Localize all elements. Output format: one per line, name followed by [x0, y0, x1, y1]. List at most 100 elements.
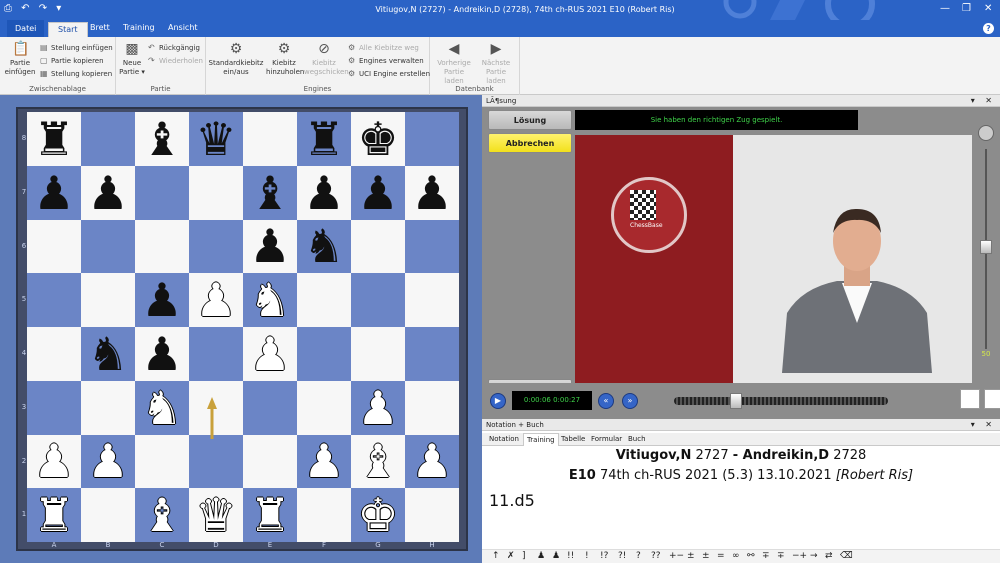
annotation-symbol-button[interactable]: −+	[792, 551, 807, 561]
square-f1[interactable]	[297, 488, 351, 542]
square-c2[interactable]	[135, 434, 189, 489]
annotation-symbol-button[interactable]: ♟	[552, 551, 560, 561]
annotation-symbol-button[interactable]: ?	[636, 551, 641, 561]
white-pawn-icon[interactable]: ♟	[411, 438, 452, 484]
black-pawn-icon[interactable]: ♟	[33, 170, 74, 216]
uci-engine-button[interactable]: ⚙ UCI Engine erstellen	[348, 69, 430, 79]
square-b3[interactable]	[81, 380, 135, 435]
tab-datei[interactable]: Datei	[7, 20, 45, 37]
square-g8[interactable]: ♚	[351, 112, 405, 166]
annotation-symbol-button[interactable]: ⇄	[825, 551, 833, 561]
white-pawn-icon[interactable]: ♟	[87, 438, 128, 484]
black-pawn-icon[interactable]: ♟	[411, 170, 452, 216]
annotation-symbol-button[interactable]: ⚯	[747, 551, 755, 561]
square-c5[interactable]: ♟	[135, 273, 189, 327]
tab-formular[interactable]: Formular	[591, 435, 622, 443]
annotation-symbol-button[interactable]: ∓	[777, 551, 785, 561]
tab-buch[interactable]: Buch	[628, 435, 646, 443]
rewind-icon[interactable]: «	[598, 393, 614, 409]
square-h4[interactable]	[405, 327, 459, 381]
square-g2[interactable]: ♝	[351, 434, 405, 489]
partie-kopieren-button[interactable]: ▢ Partie kopieren	[40, 56, 104, 66]
vorherige-partie-button[interactable]: ◀ Vorherige Partie laden	[434, 41, 474, 86]
square-a1[interactable]: ♜	[27, 488, 81, 542]
square-c4[interactable]: ♟	[135, 327, 189, 381]
black-knight-icon[interactable]: ♞	[303, 223, 344, 269]
white-queen-icon[interactable]: ♛	[195, 492, 236, 538]
white-rook-icon[interactable]: ♜	[249, 492, 290, 538]
loesung-button[interactable]: Lösung	[488, 110, 572, 130]
square-d1[interactable]: ♛	[189, 488, 243, 542]
square-a3[interactable]	[27, 380, 81, 435]
white-pawn-icon[interactable]: ♟	[357, 385, 398, 431]
wiederholen-button[interactable]: ↷ Wiederholen	[148, 56, 203, 66]
square-f2[interactable]: ♟	[297, 434, 351, 489]
black-pawn-icon[interactable]: ♟	[357, 170, 398, 216]
black-pawn-icon[interactable]: ♟	[141, 331, 182, 377]
square-d5[interactable]: ♟	[189, 273, 243, 327]
naechste-partie-button[interactable]: ▶ Nächste Partie laden	[476, 41, 516, 86]
square-d2[interactable]	[189, 434, 243, 489]
tab-ansicht[interactable]: Ansicht	[168, 23, 198, 32]
white-pawn-icon[interactable]: ♟	[33, 438, 74, 484]
square-e3[interactable]	[243, 380, 297, 435]
square-b2[interactable]: ♟	[81, 434, 135, 489]
square-d4[interactable]	[189, 327, 243, 381]
black-bishop-icon[interactable]: ♝	[249, 170, 290, 216]
rueckgaengig-button[interactable]: ↶ Rückgängig	[148, 43, 200, 53]
square-f4[interactable]	[297, 327, 351, 381]
square-e6[interactable]: ♟	[243, 219, 297, 274]
square-f7[interactable]: ♟	[297, 165, 351, 220]
annotation-symbol-button[interactable]: !	[585, 551, 589, 561]
square-b6[interactable]	[81, 219, 135, 274]
partie-einfuegen-button[interactable]: 📋 Partie einfügen	[4, 41, 36, 77]
square-d6[interactable]	[189, 219, 243, 274]
square-h3[interactable]	[405, 380, 459, 435]
maximize-button[interactable]: ❐	[962, 3, 971, 14]
stellung-einfuegen-button[interactable]: ▤ Stellung einfügen	[40, 43, 113, 53]
square-a6[interactable]	[27, 219, 81, 274]
square-b5[interactable]	[81, 273, 135, 327]
white-pawn-icon[interactable]: ♟	[303, 438, 344, 484]
square-e2[interactable]	[243, 434, 297, 489]
white-knight-icon[interactable]: ♞	[249, 277, 290, 323]
minimize-button[interactable]: —	[940, 3, 950, 14]
tab-tabelle[interactable]: Tabelle	[561, 435, 585, 443]
tab-training[interactable]: Training	[523, 433, 559, 446]
play-icon[interactable]: ▶	[490, 393, 506, 409]
annotation-symbol-button[interactable]: ]	[522, 551, 526, 561]
close-button[interactable]: ✕	[984, 3, 992, 14]
square-f6[interactable]: ♞	[297, 219, 351, 274]
square-a5[interactable]	[27, 273, 81, 327]
square-a8[interactable]: ♜	[27, 112, 81, 166]
tab-brett[interactable]: Brett	[90, 23, 110, 32]
square-a2[interactable]: ♟	[27, 434, 81, 489]
seek-bar[interactable]	[674, 397, 888, 405]
black-pawn-icon[interactable]: ♟	[249, 223, 290, 269]
square-b1[interactable]	[81, 488, 135, 542]
engines-verwalten-button[interactable]: ⚙ Engines verwalten	[348, 56, 424, 66]
annotation-symbol-button[interactable]: +−	[669, 551, 684, 561]
square-d3[interactable]	[189, 380, 243, 435]
tab-notation[interactable]: Notation	[489, 435, 519, 443]
kiebitz-wegschicken-button[interactable]: ⊘ Kiebitz wegschicken	[304, 41, 349, 77]
square-c3[interactable]: ♞	[135, 380, 189, 435]
square-h6[interactable]	[405, 219, 459, 274]
square-g5[interactable]	[351, 273, 405, 327]
square-c6[interactable]	[135, 219, 189, 274]
square-d7[interactable]	[189, 165, 243, 220]
square-b4[interactable]: ♞	[81, 327, 135, 381]
white-knight-icon[interactable]: ♞	[141, 385, 182, 431]
neue-partie-button[interactable]: ▩ Neue Partie ▾	[118, 41, 146, 77]
forward-icon[interactable]: »	[622, 393, 638, 409]
annotation-symbol-button[interactable]: ∓	[762, 551, 770, 561]
square-e8[interactable]	[243, 112, 297, 166]
square-c8[interactable]: ♝	[135, 112, 189, 166]
square-g7[interactable]: ♟	[351, 165, 405, 220]
tab-training[interactable]: Training	[123, 23, 155, 32]
video-player[interactable]: ChessBase	[575, 135, 972, 386]
square-e5[interactable]: ♞	[243, 273, 297, 327]
white-pawn-icon[interactable]: ♟	[249, 331, 290, 377]
square-c1[interactable]: ♝	[135, 488, 189, 542]
square-g3[interactable]: ♟	[351, 380, 405, 435]
